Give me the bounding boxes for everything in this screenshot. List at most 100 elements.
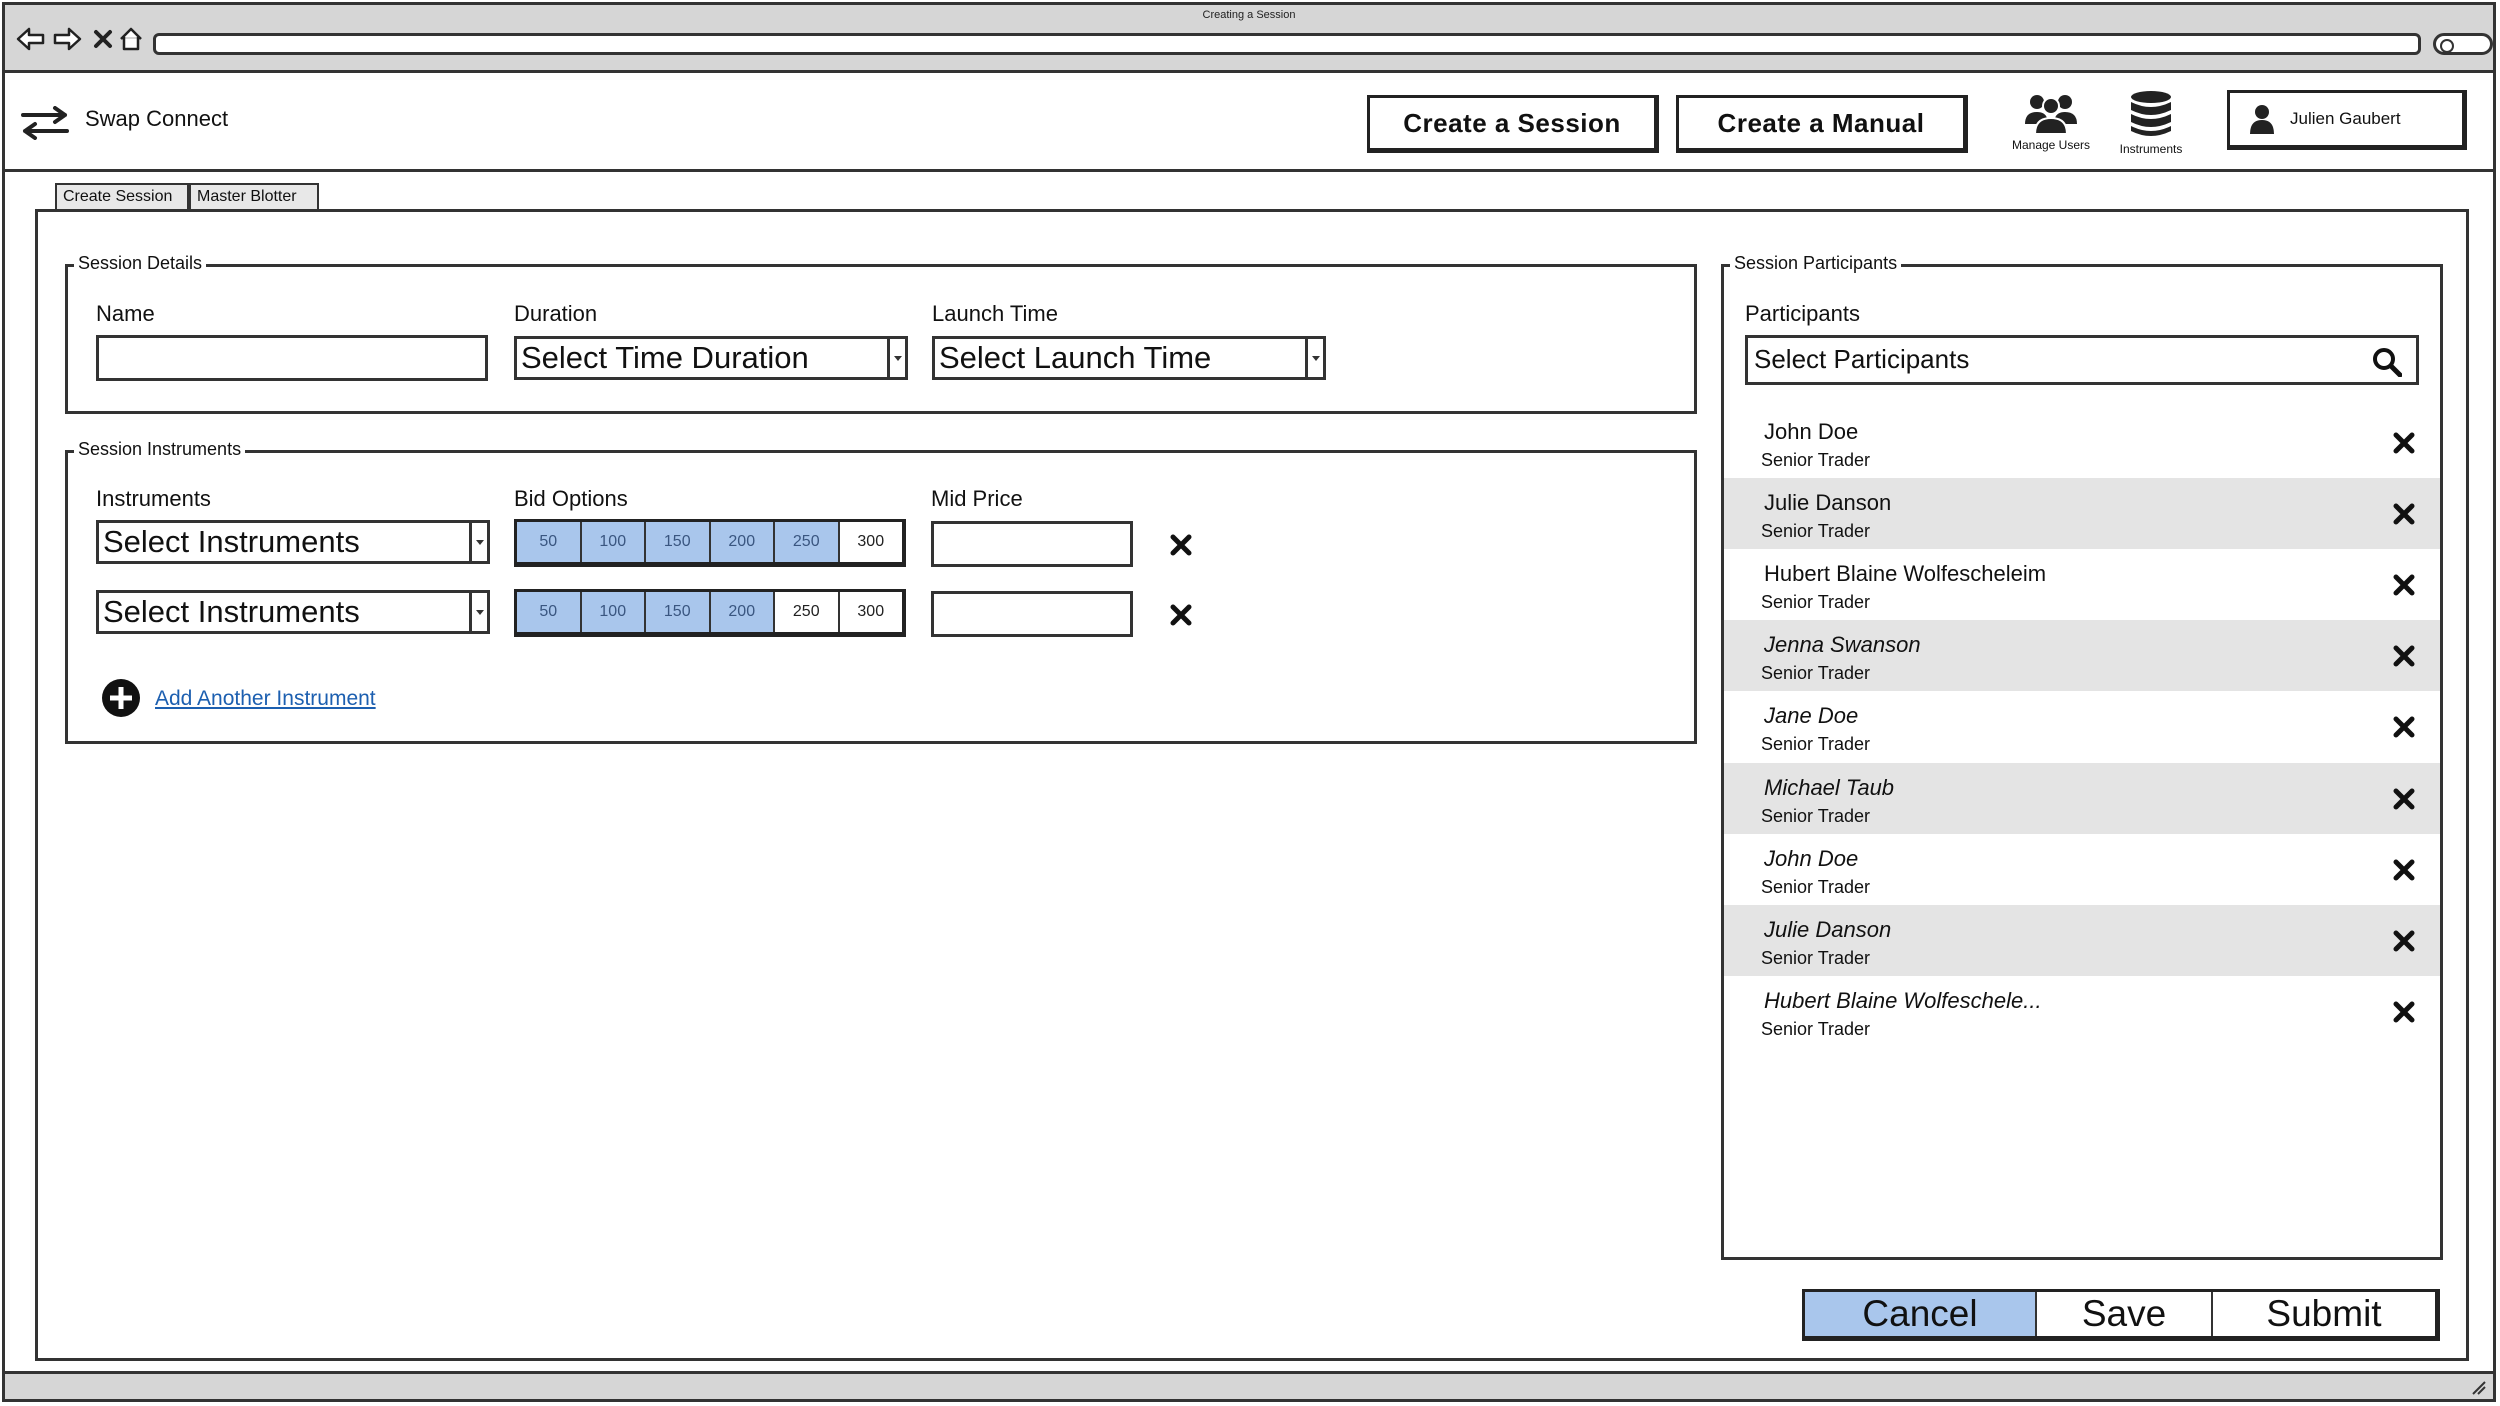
window-title: Creating a Session [1202, 9, 1296, 21]
instrument-select[interactable]: Select Instruments [96, 520, 490, 564]
mid-price-label: Mid Price [931, 486, 1023, 511]
forward-icon[interactable] [51, 23, 83, 55]
session-participants-legend: Session Participants [1730, 253, 1902, 274]
remove-participant-icon[interactable] [2392, 644, 2416, 668]
bid-option[interactable]: 50 [517, 592, 582, 632]
add-circle-icon[interactable] [101, 678, 141, 723]
bid-options-segmented[interactable]: 50 100 150 200 250 300 [514, 519, 906, 567]
manage-users-button[interactable]: Manage Users [2001, 90, 2101, 152]
mid-price-input[interactable] [931, 521, 1133, 567]
remove-instrument-icon[interactable] [1169, 603, 1193, 632]
chevron-down-icon[interactable] [469, 523, 487, 561]
cancel-button[interactable]: Cancel [1805, 1292, 2037, 1336]
participant-name: Julie Danson [1764, 490, 1892, 515]
remove-participant-icon[interactable] [2392, 715, 2416, 739]
remove-participant-icon[interactable] [2392, 502, 2416, 526]
browser-status-bar [5, 1371, 2493, 1399]
participant-row: John Doe Senior Trader [1724, 834, 2440, 905]
participant-row: Michael Taub Senior Trader [1724, 763, 2440, 834]
remove-instrument-icon[interactable] [1169, 533, 1193, 562]
swap-arrows-icon [19, 106, 71, 145]
database-icon [2131, 91, 2171, 136]
browser-search-field[interactable] [2433, 33, 2493, 55]
participant-row: Jane Doe Senior Trader [1724, 691, 2440, 762]
participant-row: Hubert Blaine Wolfeschele... Senior Trad… [1724, 976, 2440, 1047]
participant-row: John Doe Senior Trader [1724, 407, 2440, 478]
remove-participant-icon[interactable] [2392, 858, 2416, 882]
bid-option[interactable]: 250 [775, 592, 840, 632]
participant-role: Senior Trader [1761, 948, 1871, 968]
bid-option[interactable]: 250 [775, 522, 840, 562]
bid-options-label: Bid Options [514, 486, 628, 511]
participant-role: Senior Trader [1761, 877, 1871, 897]
participants-label: Participants [1745, 301, 1860, 326]
bid-option[interactable]: 100 [581, 592, 646, 632]
search-icon[interactable] [2372, 347, 2402, 377]
participants-search-input[interactable]: Select Participants [1745, 335, 2419, 385]
create-session-button[interactable]: Create a Session [1367, 95, 1659, 153]
users-group-icon [2025, 95, 2077, 134]
submit-button[interactable]: Submit [2213, 1292, 2435, 1336]
bid-option[interactable]: 100 [581, 522, 646, 562]
bid-option[interactable]: 50 [517, 522, 582, 562]
chevron-down-icon[interactable] [469, 593, 487, 631]
bid-option[interactable]: 200 [710, 522, 775, 562]
participant-name: Julie Danson [1764, 917, 1892, 942]
participant-name: Hubert Blaine Wolfescheleim [1764, 561, 2047, 586]
back-icon[interactable] [15, 23, 47, 55]
participant-name: Jenna Swanson [1764, 632, 1921, 657]
add-instrument-link[interactable]: Add Another Instrument [155, 687, 376, 711]
remove-participant-icon[interactable] [2392, 787, 2416, 811]
participant-role: Senior Trader [1761, 1019, 1871, 1039]
session-details-legend: Session Details [74, 253, 207, 274]
participant-name: John Doe [1764, 846, 1859, 871]
launch-time-select[interactable]: Select Launch Time [932, 336, 1326, 380]
participant-role: Senior Trader [1761, 521, 1871, 541]
bid-option[interactable]: 150 [646, 592, 711, 632]
participant-role: Senior Trader [1761, 450, 1871, 470]
chevron-down-icon[interactable] [1305, 339, 1323, 377]
bid-options-segmented[interactable]: 50 100 150 200 250 300 [514, 589, 906, 637]
session-instruments-legend: Session Instruments [74, 439, 246, 460]
app-header: Swap Connect Create a Session Create a M… [5, 76, 2493, 172]
create-manual-button[interactable]: Create a Manual [1676, 95, 1968, 153]
participant-name: Michael Taub [1764, 775, 1895, 800]
remove-participant-icon[interactable] [2392, 929, 2416, 953]
mid-price-input[interactable] [931, 591, 1133, 637]
participant-row: Julie Danson Senior Trader [1724, 905, 2440, 976]
chevron-down-icon[interactable] [887, 339, 905, 377]
user-menu[interactable]: Julien Gaubert [2227, 90, 2467, 150]
manage-users-label: Manage Users [2011, 138, 2091, 152]
bid-option[interactable]: 150 [646, 522, 711, 562]
duration-select[interactable]: Select Time Duration [514, 336, 908, 380]
duration-select-value: Select Time Duration [521, 340, 809, 375]
duration-label: Duration [514, 301, 598, 326]
participant-row: Julie Danson Senior Trader [1724, 478, 2440, 549]
instrument-select[interactable]: Select Instruments [96, 590, 490, 634]
participant-name: John Doe [1764, 419, 1859, 444]
instruments-label: Instruments [2119, 142, 2183, 156]
resize-grip-icon[interactable] [2469, 1378, 2487, 1396]
remove-participant-icon[interactable] [2392, 1000, 2416, 1024]
app-name: Swap Connect [85, 106, 229, 131]
tab-master-blotter[interactable]: Master Blotter [189, 183, 319, 211]
form-actions: Cancel Save Submit [1802, 1289, 2440, 1341]
participant-role: Senior Trader [1761, 734, 1871, 754]
participant-role: Senior Trader [1761, 806, 1871, 826]
remove-participant-icon[interactable] [2392, 431, 2416, 455]
home-icon[interactable] [115, 23, 147, 55]
launch-time-label: Launch Time [932, 301, 1058, 326]
address-bar[interactable] [153, 33, 2421, 55]
bid-option[interactable]: 200 [710, 592, 775, 632]
session-name-input[interactable] [96, 335, 488, 381]
browser-chrome: Creating a Session [5, 5, 2493, 73]
bid-option[interactable]: 300 [839, 592, 902, 632]
user-icon [2250, 105, 2274, 134]
participant-name: Jane Doe [1764, 703, 1859, 728]
save-button[interactable]: Save [2037, 1292, 2213, 1336]
instruments-button[interactable]: Instruments [2101, 90, 2201, 156]
bid-option[interactable]: 300 [839, 522, 902, 562]
participant-row: Hubert Blaine Wolfescheleim Senior Trade… [1724, 549, 2440, 620]
tab-create-session[interactable]: Create Session [55, 183, 189, 211]
remove-participant-icon[interactable] [2392, 573, 2416, 597]
